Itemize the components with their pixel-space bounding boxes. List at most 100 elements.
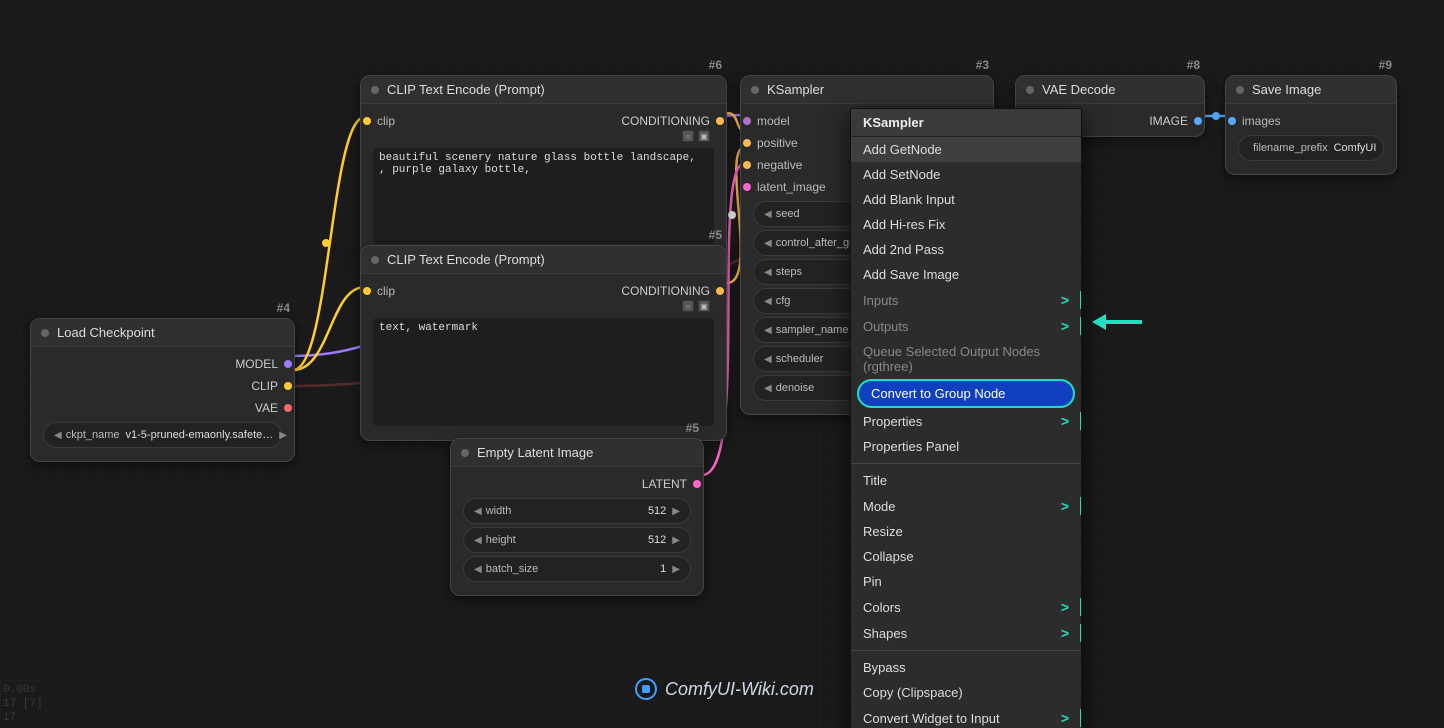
- context-menu-item[interactable]: Properties Panel: [851, 434, 1081, 459]
- widget-control-after-generate[interactable]: ◀control_after_genera: [753, 230, 863, 256]
- collapse-dot-icon[interactable]: [461, 449, 469, 457]
- node-clip-positive[interactable]: #6 CLIP Text Encode (Prompt) clip CONDIT…: [360, 75, 727, 259]
- submenu-bar-icon: [1080, 497, 1082, 515]
- chevron-right-icon[interactable]: ▶: [672, 506, 680, 517]
- context-menu-item[interactable]: Shapes>: [851, 620, 1081, 646]
- chevron-left-icon[interactable]: ◀: [764, 209, 772, 220]
- widget-batch[interactable]: ◀batch_size1▶: [463, 556, 691, 582]
- context-menu-item[interactable]: Queue Selected Output Nodes (rgthree): [851, 339, 1081, 379]
- widget-cfg[interactable]: ◀cfg: [753, 288, 863, 314]
- chevron-left-icon[interactable]: ◀: [474, 564, 482, 575]
- widget-steps[interactable]: ◀steps: [753, 259, 863, 285]
- widget-seed[interactable]: ◀seed: [753, 201, 863, 227]
- collapse-dot-icon[interactable]: [371, 256, 379, 264]
- port-image-out[interactable]: [1194, 117, 1202, 125]
- chevron-left-icon[interactable]: ◀: [764, 238, 772, 249]
- chevron-right-icon[interactable]: ▶: [672, 535, 680, 546]
- context-menu[interactable]: KSampler Add GetNodeAdd SetNodeAdd Blank…: [850, 108, 1082, 728]
- context-menu-item[interactable]: Mode>: [851, 493, 1081, 519]
- context-menu-item[interactable]: Collapse: [851, 544, 1081, 569]
- widget-sampler-name[interactable]: ◀sampler_name: [753, 317, 863, 343]
- context-menu-item[interactable]: Colors>: [851, 594, 1081, 620]
- chevron-left-icon[interactable]: ◀: [764, 325, 772, 336]
- node-titlebar[interactable]: Load Checkpoint: [31, 319, 294, 347]
- node-titlebar[interactable]: VAE Decode: [1016, 76, 1204, 104]
- chevron-left-icon[interactable]: ◀: [54, 430, 62, 441]
- port-model-out[interactable]: [284, 360, 292, 368]
- port-model-in[interactable]: [743, 117, 751, 125]
- widget-label: filename_prefix: [1249, 142, 1328, 154]
- port-latent-in[interactable]: [743, 183, 751, 191]
- context-menu-item[interactable]: Add Save Image: [851, 262, 1081, 287]
- port-images-in[interactable]: [1228, 117, 1236, 125]
- prompt-textarea[interactable]: text, watermark: [373, 318, 714, 426]
- prompt-textarea[interactable]: beautiful scenery nature glass bottle la…: [373, 148, 714, 244]
- node-id: #8: [1187, 58, 1200, 72]
- context-menu-item-label: Colors: [863, 600, 901, 615]
- widget-denoise[interactable]: ◀denoise: [753, 375, 863, 401]
- collapse-dot-icon[interactable]: [1026, 86, 1034, 94]
- chevron-left-icon[interactable]: ◀: [764, 354, 772, 365]
- context-menu-item[interactable]: Add Hi-res Fix: [851, 212, 1081, 237]
- port-latent-out[interactable]: [693, 480, 701, 488]
- context-menu-item[interactable]: Outputs>: [851, 313, 1081, 339]
- context-menu-item[interactable]: Title: [851, 468, 1081, 493]
- port-clip-out[interactable]: [284, 382, 292, 390]
- node-titlebar[interactable]: KSampler: [741, 76, 993, 104]
- context-menu-item-label: Bypass: [863, 660, 906, 675]
- context-menu-item[interactable]: Pin: [851, 569, 1081, 594]
- context-menu-item[interactable]: Add 2nd Pass: [851, 237, 1081, 262]
- context-menu-item[interactable]: Properties>: [851, 408, 1081, 434]
- context-menu-item[interactable]: Add SetNode: [851, 162, 1081, 187]
- node-titlebar[interactable]: Empty Latent Image: [451, 439, 703, 467]
- node-id: #3: [976, 58, 989, 72]
- input-label: images: [1242, 114, 1281, 128]
- node-empty-latent[interactable]: #5 Empty Latent Image LATENT ◀width512▶ …: [450, 438, 704, 596]
- chevron-left-icon[interactable]: ◀: [764, 267, 772, 278]
- node-titlebar[interactable]: CLIP Text Encode (Prompt): [361, 76, 726, 104]
- port-positive-in[interactable]: [743, 139, 751, 147]
- port-clip-in[interactable]: [363, 117, 371, 125]
- chevron-right-icon[interactable]: ▶: [672, 564, 680, 575]
- chevron-left-icon[interactable]: ◀: [474, 506, 482, 517]
- port-clip-in[interactable]: [363, 287, 371, 295]
- context-menu-item[interactable]: Add GetNode: [851, 137, 1081, 162]
- widget-ckpt-name[interactable]: ◀ ckpt_name v1-5-pruned-emaonly.safete… …: [43, 422, 282, 448]
- context-menu-item[interactable]: Resize: [851, 519, 1081, 544]
- chevron-left-icon[interactable]: ◀: [764, 296, 772, 307]
- node-clip-negative[interactable]: #5 CLIP Text Encode (Prompt) clip CONDIT…: [360, 245, 727, 441]
- context-menu-item-label: Inputs: [863, 293, 898, 308]
- collapse-dot-icon[interactable]: [41, 329, 49, 337]
- collapse-dot-icon[interactable]: [751, 86, 759, 94]
- node-titlebar[interactable]: Save Image: [1226, 76, 1396, 104]
- context-menu-item[interactable]: Inputs>: [851, 287, 1081, 313]
- node-save-image[interactable]: #9 Save Image images filename_prefixComf…: [1225, 75, 1397, 175]
- collapse-dot-icon[interactable]: [1236, 86, 1244, 94]
- widget-filename-prefix[interactable]: filename_prefixComfyUI: [1238, 135, 1384, 161]
- node-titlebar[interactable]: CLIP Text Encode (Prompt): [361, 246, 726, 274]
- chevron-left-icon[interactable]: ◀: [474, 535, 482, 546]
- chevron-left-icon[interactable]: ◀: [764, 383, 772, 394]
- chevron-right-icon[interactable]: ▶: [279, 430, 287, 441]
- widget-width[interactable]: ◀width512▶: [463, 498, 691, 524]
- node-title: Save Image: [1252, 82, 1321, 97]
- widget-label: scheduler: [772, 353, 852, 365]
- context-menu-item-label: Add SetNode: [863, 167, 940, 182]
- context-menu-item[interactable]: Convert to Group Node: [857, 379, 1075, 408]
- collapse-dot-icon[interactable]: [371, 86, 379, 94]
- widget-scheduler[interactable]: ◀scheduler: [753, 346, 863, 372]
- context-menu-item[interactable]: Convert Widget to Input>: [851, 705, 1081, 728]
- node-id: #6: [709, 58, 722, 72]
- context-menu-item[interactable]: Bypass: [851, 655, 1081, 680]
- context-menu-item-label: Properties: [863, 414, 922, 429]
- widget-value: 512: [642, 505, 672, 517]
- node-load-checkpoint[interactable]: #4 Load Checkpoint MODEL CLIP VAE ◀ ckpt…: [30, 318, 295, 462]
- port-negative-in[interactable]: [743, 161, 751, 169]
- context-menu-item[interactable]: Add Blank Input: [851, 187, 1081, 212]
- widget-height[interactable]: ◀height512▶: [463, 527, 691, 553]
- port-vae-out[interactable]: [284, 404, 292, 412]
- context-menu-item[interactable]: Copy (Clipspace): [851, 680, 1081, 705]
- port-conditioning-out[interactable]: [716, 117, 724, 125]
- context-menu-item-label: Mode: [863, 499, 896, 514]
- port-conditioning-out[interactable]: [716, 287, 724, 295]
